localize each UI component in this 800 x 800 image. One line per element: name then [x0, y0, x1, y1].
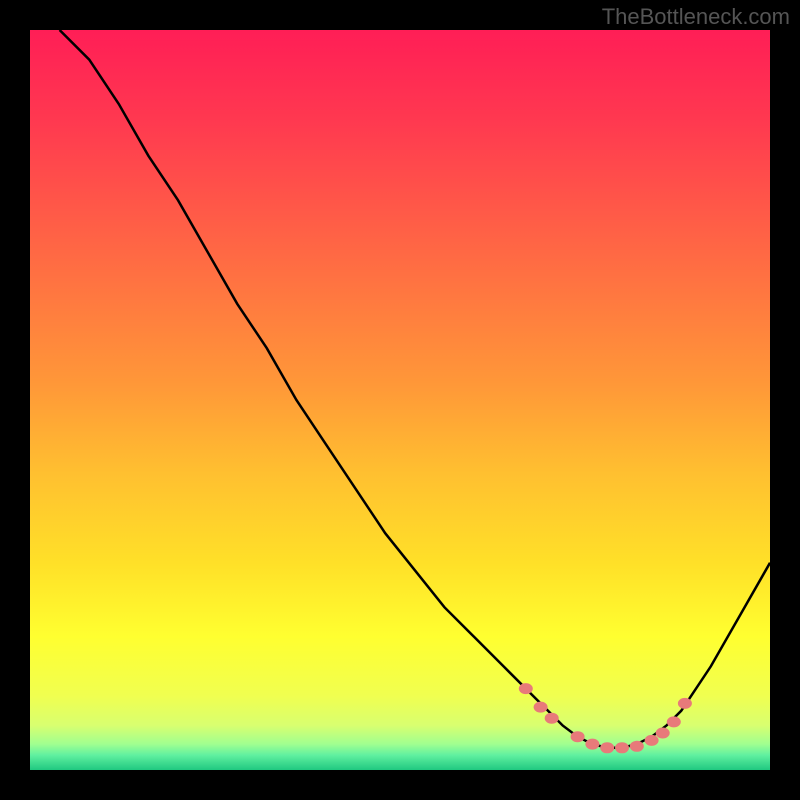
attribution-text: TheBottleneck.com: [602, 4, 790, 30]
curve-marker: [656, 728, 670, 739]
bottleneck-curve-line: [60, 30, 770, 748]
chart-curve-layer: [30, 30, 770, 770]
curve-marker: [519, 683, 533, 694]
curve-marker: [545, 713, 559, 724]
curve-marker: [600, 742, 614, 753]
curve-marker: [645, 735, 659, 746]
chart-plot-area: [30, 30, 770, 770]
curve-marker: [534, 702, 548, 713]
curve-marker: [571, 731, 585, 742]
curve-marker: [615, 742, 629, 753]
curve-markers: [519, 683, 692, 753]
curve-marker: [585, 739, 599, 750]
curve-marker: [678, 698, 692, 709]
curve-marker: [630, 741, 644, 752]
curve-marker: [667, 716, 681, 727]
